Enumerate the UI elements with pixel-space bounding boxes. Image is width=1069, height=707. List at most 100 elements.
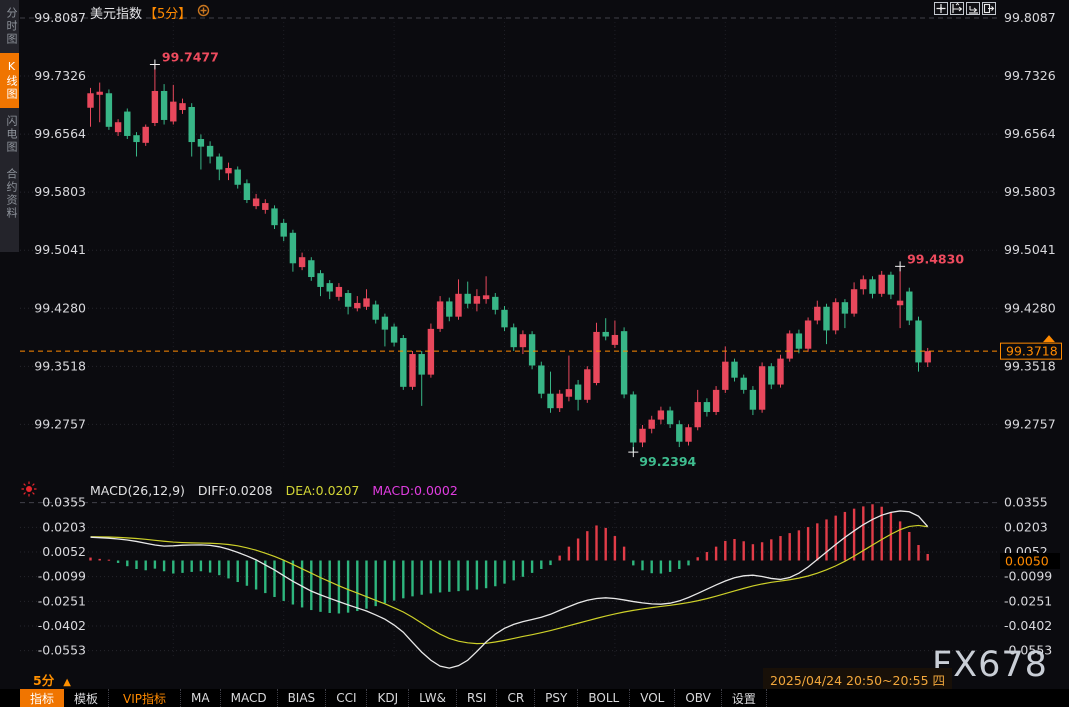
move-crosshair-icon[interactable] (934, 2, 948, 15)
candle-body (869, 279, 875, 293)
macd-hist-bar (871, 504, 873, 560)
macd-hist-bar (687, 561, 689, 566)
candle-body (741, 378, 747, 390)
macd-axis-label-left: -0.0099 (38, 569, 86, 584)
candle-body (833, 302, 839, 330)
tab-settings[interactable]: 设置 (722, 689, 767, 707)
candle-body (750, 390, 756, 410)
candle-body (87, 93, 93, 107)
candle-body (290, 233, 296, 264)
macd-hist-bar (623, 547, 625, 561)
indicator-toolbar: 指标 模板 VIP指标 MA MACD BIAS CCI KDJ LW& RSI… (0, 689, 1069, 707)
macd-axis-label-right: -0.0553 (1004, 643, 1052, 658)
candle-body (170, 102, 176, 122)
price-axis-label-left: 99.5041 (34, 242, 86, 257)
sidebar-item-kline-chart[interactable]: K线图 (0, 53, 19, 108)
tab-vol[interactable]: VOL (630, 689, 675, 707)
macd-axis-label-left: -0.0553 (38, 643, 86, 658)
macd-hist-bar (310, 561, 312, 611)
candle-body (621, 331, 627, 394)
fit-y-axis-icon[interactable] (950, 2, 964, 15)
macd-hist-bar (117, 561, 119, 563)
price-axis-label-left: 99.5803 (34, 184, 86, 199)
high-price-annotation: 99.7477 (162, 50, 219, 65)
macd-hist-bar (917, 545, 919, 560)
tab-template[interactable]: 模板 (64, 689, 109, 707)
candle-body (897, 301, 903, 306)
candle-body (584, 369, 590, 400)
tab-obv[interactable]: OBV (675, 689, 722, 707)
candle-body (317, 273, 323, 287)
macd-hist-bar (531, 561, 533, 573)
tab-bias[interactable]: BIAS (278, 689, 327, 707)
candle-body (879, 275, 885, 294)
macd-macd-value: MACD:0.0002 (372, 483, 457, 498)
macd-hist-bar (632, 561, 634, 566)
macd-hist-bar (660, 561, 662, 574)
price-axis-label-left: 99.3518 (34, 358, 86, 373)
macd-hist-bar (651, 561, 653, 574)
macd-hist-bar (89, 558, 91, 561)
indicator-alert-icon[interactable] (20, 480, 38, 502)
macd-hist-bar (743, 541, 745, 560)
price-axis-label-right: 99.7326 (1004, 68, 1056, 83)
candle-body (805, 320, 811, 348)
tab-ma[interactable]: MA (181, 689, 221, 707)
circle-plus-icon[interactable] (197, 4, 210, 21)
candle-body (207, 146, 213, 157)
macd-hist-bar (384, 561, 386, 604)
tab-boll[interactable]: BOLL (578, 689, 630, 707)
diff-line (91, 511, 928, 668)
tab-lw[interactable]: LW& (409, 689, 457, 707)
chart-canvas[interactable]: 99.808799.808799.732699.732699.656499.65… (0, 0, 1069, 707)
macd-hist-bar (724, 541, 726, 561)
macd-axis-label-left: 0.0052 (42, 544, 86, 559)
macd-hist-bar (145, 561, 147, 571)
tab-rsi[interactable]: RSI (457, 689, 498, 707)
macd-hist-bar (439, 561, 441, 593)
chart-tool-icons (934, 2, 996, 15)
tab-macd[interactable]: MACD (221, 689, 278, 707)
candle-body (409, 354, 415, 387)
price-axis-label-right: 99.2757 (1004, 416, 1056, 431)
macd-hist-bar (457, 561, 459, 592)
candle-body (400, 338, 406, 387)
candle-body (538, 365, 544, 393)
macd-hist-bar (319, 561, 321, 612)
price-axis-label-right: 99.3518 (1004, 358, 1056, 373)
pan-right-icon[interactable] (982, 2, 996, 15)
macd-axis-label-right: 0.0203 (1004, 519, 1048, 534)
sidebar-item-flash-chart[interactable]: 闪电图 (0, 108, 19, 161)
candle-body (547, 394, 553, 408)
sidebar-item-contract-info[interactable]: 合约资料 (0, 161, 19, 227)
candle-body (271, 208, 277, 225)
macd-hist-bar (393, 561, 395, 601)
candle-body (777, 359, 783, 385)
macd-hist-bar (577, 538, 579, 560)
candle-body (520, 334, 526, 347)
price-axis-label-left: 99.4280 (34, 300, 86, 315)
candle-body (529, 334, 535, 365)
macd-hist-bar (503, 561, 505, 584)
macd-hist-bar (283, 561, 285, 601)
candle-body (557, 394, 563, 408)
period-selector[interactable]: 5分▲ (33, 670, 71, 689)
tab-cci[interactable]: CCI (326, 689, 367, 707)
tab-kdj[interactable]: KDJ (367, 689, 409, 707)
candle-body (787, 333, 793, 358)
candle-body (685, 427, 691, 441)
tab-vip-indicator[interactable]: VIP指标 (109, 689, 181, 707)
macd-value-marker: 0.0050 (1005, 554, 1049, 569)
macd-hist-bar (209, 561, 211, 573)
macd-hist-bar (338, 561, 340, 614)
macd-hist-bar (540, 561, 542, 569)
sidebar-item-timeline-chart[interactable]: 分时图 (0, 0, 19, 53)
tab-cr[interactable]: CR (497, 689, 535, 707)
macd-hist-bar (862, 506, 864, 560)
candle-body (925, 351, 931, 362)
candle-body (363, 298, 369, 306)
tab-indicator[interactable]: 指标 (20, 689, 64, 707)
fit-x-axis-icon[interactable] (966, 2, 980, 15)
instrument-name: 美元指数 (90, 3, 142, 22)
tab-psy[interactable]: PSY (535, 689, 578, 707)
